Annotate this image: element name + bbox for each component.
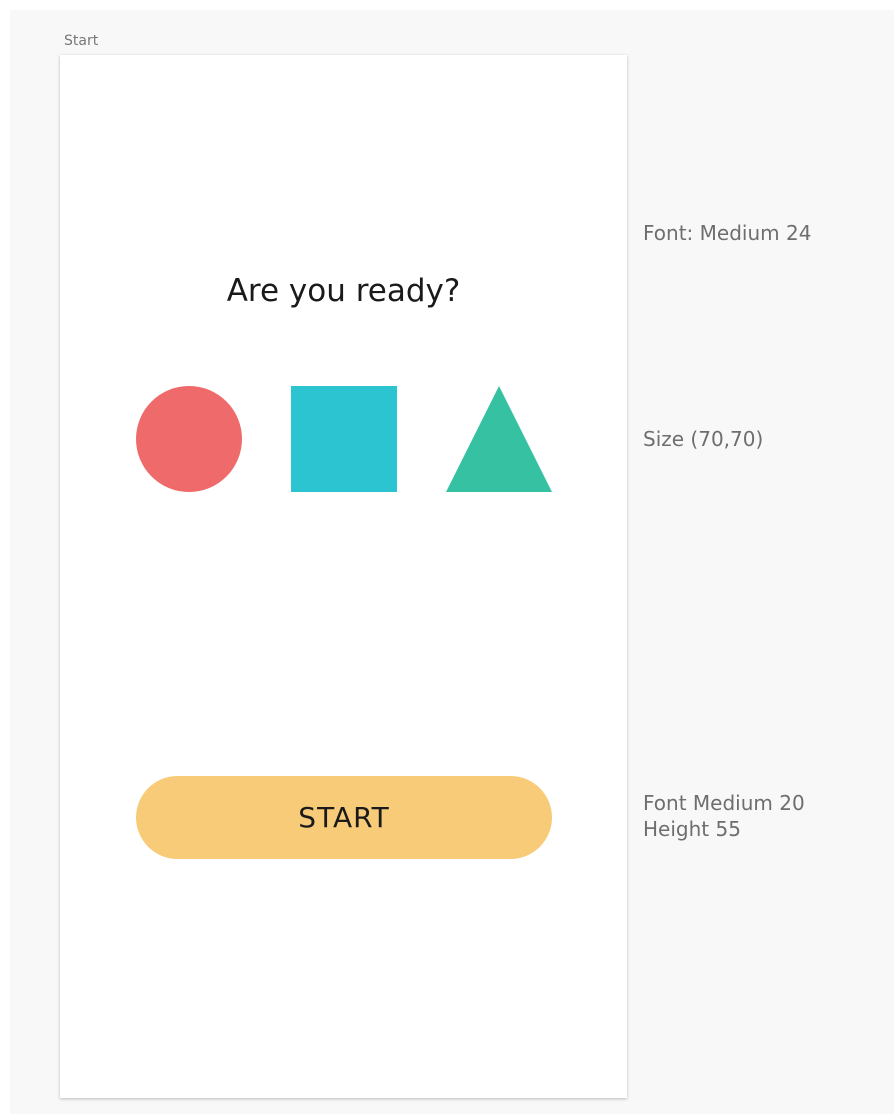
square-shape-fill xyxy=(291,386,397,492)
button-font-annotation: Font Medium 20 xyxy=(643,791,805,815)
shape-size-annotation: Size (70,70) xyxy=(643,427,764,451)
artboard-label: Start xyxy=(64,33,99,49)
square-shape xyxy=(291,386,397,492)
title-font-annotation: Font: Medium 24 xyxy=(643,221,812,245)
start-button[interactable]: START xyxy=(136,776,552,859)
phone-screen: Are you ready? START xyxy=(60,55,627,1098)
circle-shape xyxy=(136,386,242,492)
button-height-annotation: Height 55 xyxy=(643,817,741,841)
button-spec-annotation: Font Medium 20 Height 55 xyxy=(643,790,805,842)
page-title: Are you ready? xyxy=(226,273,461,309)
circle-shape-fill xyxy=(136,386,242,492)
triangle-shape-fill xyxy=(446,386,552,492)
triangle-shape xyxy=(446,386,552,492)
